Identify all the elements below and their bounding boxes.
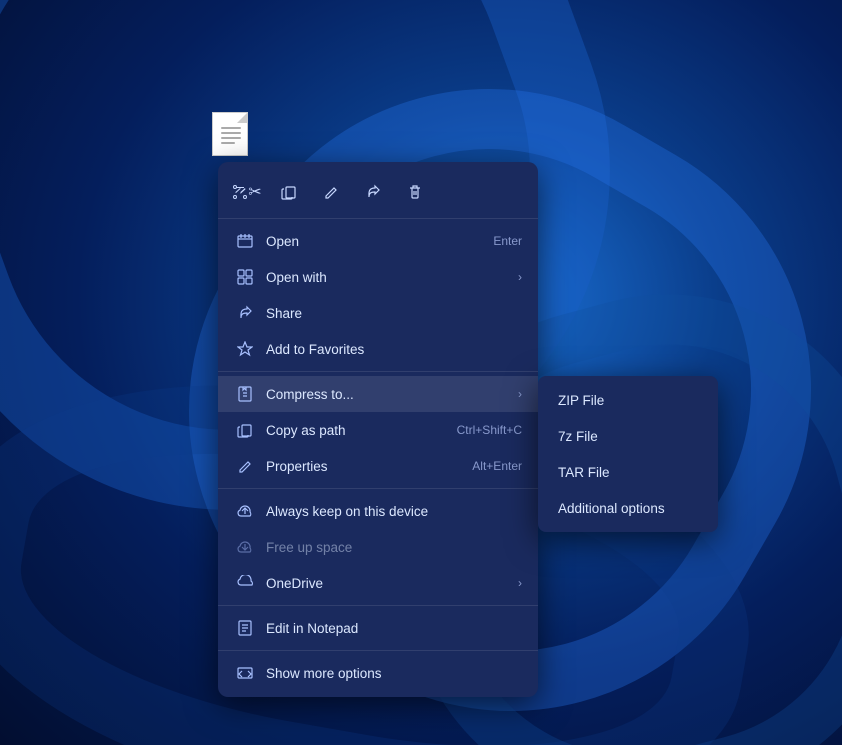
edit-notepad-icon xyxy=(234,617,256,639)
add-favorites-label: Add to Favorites xyxy=(266,342,522,357)
onedrive-arrow: › xyxy=(518,576,522,590)
additional-options-label: Additional options xyxy=(558,501,665,516)
open-with-arrow: › xyxy=(518,270,522,284)
properties-shortcut: Alt+Enter xyxy=(472,459,522,473)
menu-item-open-with[interactable]: Open with › xyxy=(218,259,538,295)
properties-label: Properties xyxy=(266,459,472,474)
compress-label: Compress to... xyxy=(266,387,510,402)
open-icon xyxy=(234,230,256,252)
share-label: Share xyxy=(266,306,522,321)
open-with-label: Open with xyxy=(266,270,510,285)
copy-path-shortcut: Ctrl+Shift+C xyxy=(457,423,522,437)
file-icon-image xyxy=(210,110,250,158)
file-icon[interactable] xyxy=(210,110,250,158)
context-menu: ✂ xyxy=(218,162,538,697)
separator-3 xyxy=(218,605,538,606)
submenu-additional[interactable]: Additional options xyxy=(538,490,718,526)
copy-path-icon xyxy=(234,419,256,441)
zip-label: ZIP File xyxy=(558,393,604,408)
onedrive-label: OneDrive xyxy=(266,576,510,591)
edit-notepad-label: Edit in Notepad xyxy=(266,621,522,636)
menu-item-copy-path[interactable]: Copy as path Ctrl+Shift+C xyxy=(218,412,538,448)
tar-label: TAR File xyxy=(558,465,610,480)
compress-icon xyxy=(234,383,256,405)
menu-item-add-favorites[interactable]: Add to Favorites xyxy=(218,331,538,367)
onedrive-icon xyxy=(234,572,256,594)
rename-button[interactable] xyxy=(312,174,350,210)
menu-item-edit-notepad[interactable]: Edit in Notepad xyxy=(218,610,538,646)
menu-item-compress[interactable]: Compress to... › ZIP File 7z File TAR Fi… xyxy=(218,376,538,412)
separator-4 xyxy=(218,650,538,651)
open-label: Open xyxy=(266,234,493,249)
share-icon xyxy=(234,302,256,324)
menu-item-onedrive[interactable]: OneDrive › xyxy=(218,565,538,601)
menu-item-properties[interactable]: Properties Alt+Enter xyxy=(218,448,538,484)
share-button[interactable] xyxy=(354,174,392,210)
always-keep-icon xyxy=(234,500,256,522)
copy-path-label: Copy as path xyxy=(266,423,457,438)
more-options-label: Show more options xyxy=(266,666,522,681)
submenu-7z[interactable]: 7z File xyxy=(538,418,718,454)
cut-button[interactable]: ✂ xyxy=(228,174,266,210)
compress-submenu: ZIP File 7z File TAR File Additional opt… xyxy=(538,376,718,532)
separator-2 xyxy=(218,488,538,489)
context-toolbar: ✂ xyxy=(218,168,538,219)
compress-arrow: › xyxy=(518,387,522,401)
free-space-icon xyxy=(234,536,256,558)
delete-button[interactable] xyxy=(396,174,434,210)
properties-icon xyxy=(234,455,256,477)
open-with-icon xyxy=(234,266,256,288)
submenu-zip[interactable]: ZIP File xyxy=(538,382,718,418)
copy-button[interactable] xyxy=(270,174,308,210)
open-shortcut: Enter xyxy=(493,234,522,248)
menu-item-more-options[interactable]: Show more options xyxy=(218,655,538,691)
free-space-label: Free up space xyxy=(266,540,522,555)
favorites-icon xyxy=(234,338,256,360)
more-options-icon xyxy=(234,662,256,684)
menu-item-open[interactable]: Open Enter xyxy=(218,223,538,259)
menu-item-always-keep[interactable]: Always keep on this device xyxy=(218,493,538,529)
7z-label: 7z File xyxy=(558,429,598,444)
separator-1 xyxy=(218,371,538,372)
always-keep-label: Always keep on this device xyxy=(266,504,522,519)
submenu-tar[interactable]: TAR File xyxy=(538,454,718,490)
menu-item-share[interactable]: Share xyxy=(218,295,538,331)
menu-item-free-space: Free up space xyxy=(218,529,538,565)
